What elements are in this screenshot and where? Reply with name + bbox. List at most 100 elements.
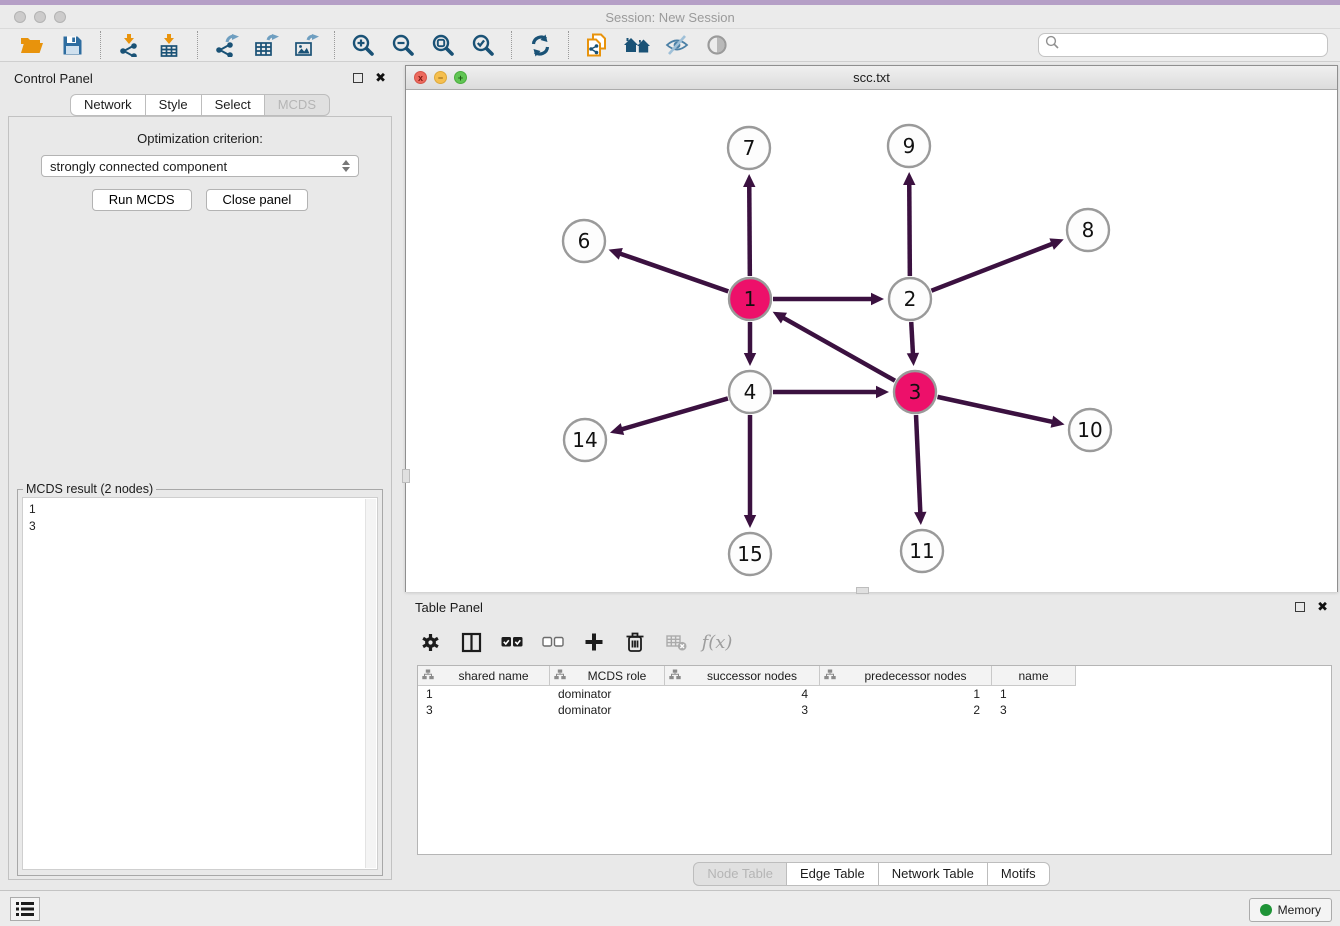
node-14[interactable]: 14 xyxy=(564,419,606,461)
svg-text:10: 10 xyxy=(1077,418,1102,442)
node-1[interactable]: 1 xyxy=(729,278,771,320)
folder-open-icon[interactable] xyxy=(12,30,52,60)
svg-text:3: 3 xyxy=(909,380,922,404)
split-columns-icon[interactable] xyxy=(458,629,484,655)
search-box[interactable] xyxy=(1038,33,1328,57)
column-header-predecessor-nodes[interactable]: predecessor nodes xyxy=(820,666,992,686)
tab-motifs[interactable]: Motifs xyxy=(988,862,1050,886)
splitter-grip-left[interactable] xyxy=(402,469,410,483)
run-mcds-button[interactable]: Run MCDS xyxy=(92,189,192,211)
list-icon xyxy=(15,901,35,917)
memory-button[interactable]: Memory xyxy=(1249,898,1332,922)
node-3[interactable]: 3 xyxy=(894,371,936,413)
close-table-panel-icon[interactable]: ✖ xyxy=(1317,602,1328,612)
node-11[interactable]: 11 xyxy=(901,530,943,572)
toolbar-separator xyxy=(511,31,512,59)
add-icon[interactable] xyxy=(581,629,607,655)
save-icon[interactable] xyxy=(52,30,92,60)
table-row[interactable]: 3dominator323 xyxy=(418,702,1331,718)
refresh-icon[interactable] xyxy=(520,30,560,60)
tab-style[interactable]: Style xyxy=(146,94,202,116)
table-row[interactable]: 1dominator411 xyxy=(418,686,1331,702)
import-network-icon[interactable] xyxy=(109,30,149,60)
edge-3-1[interactable] xyxy=(782,317,895,381)
float-panel-icon[interactable] xyxy=(353,73,363,83)
deselect-all-icon[interactable] xyxy=(540,629,566,655)
edge-arrowhead xyxy=(876,386,889,398)
node-9[interactable]: 9 xyxy=(888,125,930,167)
toolbar-separator xyxy=(100,31,101,59)
tab-mcds[interactable]: MCDS xyxy=(265,94,330,116)
cell-name[interactable]: 3 xyxy=(992,702,1076,718)
node-4[interactable]: 4 xyxy=(729,371,771,413)
tab-edge-table[interactable]: Edge Table xyxy=(787,862,879,886)
export-table-icon[interactable] xyxy=(246,30,286,60)
cell-MCDS-role[interactable]: dominator xyxy=(550,686,665,702)
export-network-icon[interactable] xyxy=(206,30,246,60)
node-6[interactable]: 6 xyxy=(563,220,605,262)
close-panel-button[interactable]: Close panel xyxy=(206,189,309,211)
import-table-icon[interactable] xyxy=(149,30,189,60)
network-window-titlebar[interactable]: x − + scc.txt xyxy=(406,66,1337,90)
glasses-off-icon[interactable] xyxy=(657,30,697,60)
float-table-panel-icon[interactable] xyxy=(1295,602,1305,612)
clone-network-icon[interactable] xyxy=(577,30,617,60)
tab-node-table[interactable]: Node Table xyxy=(693,862,787,886)
memory-label: Memory xyxy=(1278,903,1321,917)
node-8[interactable]: 8 xyxy=(1067,209,1109,251)
search-input[interactable] xyxy=(1064,38,1321,52)
cell-predecessor-nodes[interactable]: 1 xyxy=(820,686,992,702)
edge-2-8[interactable] xyxy=(931,243,1053,290)
edge-1-6[interactable] xyxy=(619,253,728,291)
gear-icon[interactable] xyxy=(417,629,443,655)
tab-network[interactable]: Network xyxy=(70,94,146,116)
zoom-fit-icon[interactable] xyxy=(423,30,463,60)
mcds-result-area[interactable]: 1 3 xyxy=(22,497,378,870)
cell-successor-nodes[interactable]: 4 xyxy=(665,686,820,702)
cell-shared-name[interactable]: 3 xyxy=(418,702,550,718)
cell-name[interactable]: 1 xyxy=(992,686,1076,702)
edge-2-3[interactable] xyxy=(911,322,913,355)
network-canvas[interactable]: 7 9 6 8 1 2 4 3 14 10 15 11 xyxy=(406,91,1337,597)
tree-icon xyxy=(820,669,840,683)
edge-arrowhead xyxy=(743,174,755,187)
edge-4-14[interactable] xyxy=(621,398,728,429)
cell-predecessor-nodes[interactable]: 2 xyxy=(820,702,992,718)
trash-icon[interactable] xyxy=(622,629,648,655)
network-window: x − + scc.txt 7 9 6 8 1 2 4 3 14 10 15 11 xyxy=(405,65,1338,592)
node-7[interactable]: 7 xyxy=(728,127,770,169)
home-icon[interactable] xyxy=(617,30,657,60)
node-2[interactable]: 2 xyxy=(889,278,931,320)
splitter-grip-bottom[interactable] xyxy=(856,587,869,594)
tab-select[interactable]: Select xyxy=(202,94,265,116)
edge-2-9[interactable] xyxy=(909,183,910,276)
mcds-result-text: 1 3 xyxy=(29,501,361,866)
close-panel-icon[interactable]: ✖ xyxy=(375,73,386,83)
edge-1-7[interactable] xyxy=(749,185,750,276)
select-all-icon[interactable] xyxy=(499,629,525,655)
cell-successor-nodes[interactable]: 3 xyxy=(665,702,820,718)
table-tabs: Node TableEdge TableNetwork TableMotifs xyxy=(405,862,1338,886)
criterion-select[interactable]: strongly connected component xyxy=(41,155,359,177)
node-15[interactable]: 15 xyxy=(729,533,771,575)
export-image-icon[interactable] xyxy=(286,30,326,60)
table-panel-title: Table Panel xyxy=(415,600,483,615)
edge-3-10[interactable] xyxy=(937,397,1053,422)
column-header-MCDS-role[interactable]: MCDS role xyxy=(550,666,665,686)
node-10[interactable]: 10 xyxy=(1069,409,1111,451)
mcds-result-title: MCDS result (2 nodes) xyxy=(23,482,156,496)
svg-text:15: 15 xyxy=(737,542,762,566)
column-header-shared-name[interactable]: shared name xyxy=(418,666,550,686)
zoom-in-icon[interactable] xyxy=(343,30,383,60)
cell-shared-name[interactable]: 1 xyxy=(418,686,550,702)
zoom-selected-icon[interactable] xyxy=(463,30,503,60)
task-history-button[interactable] xyxy=(10,897,40,921)
eye-icon[interactable] xyxy=(697,30,737,60)
cell-MCDS-role[interactable]: dominator xyxy=(550,702,665,718)
result-scrollbar[interactable] xyxy=(365,499,376,868)
column-header-name[interactable]: name xyxy=(992,666,1076,686)
column-header-successor-nodes[interactable]: successor nodes xyxy=(665,666,820,686)
edge-3-11[interactable] xyxy=(916,415,920,514)
zoom-out-icon[interactable] xyxy=(383,30,423,60)
tab-network-table[interactable]: Network Table xyxy=(879,862,988,886)
